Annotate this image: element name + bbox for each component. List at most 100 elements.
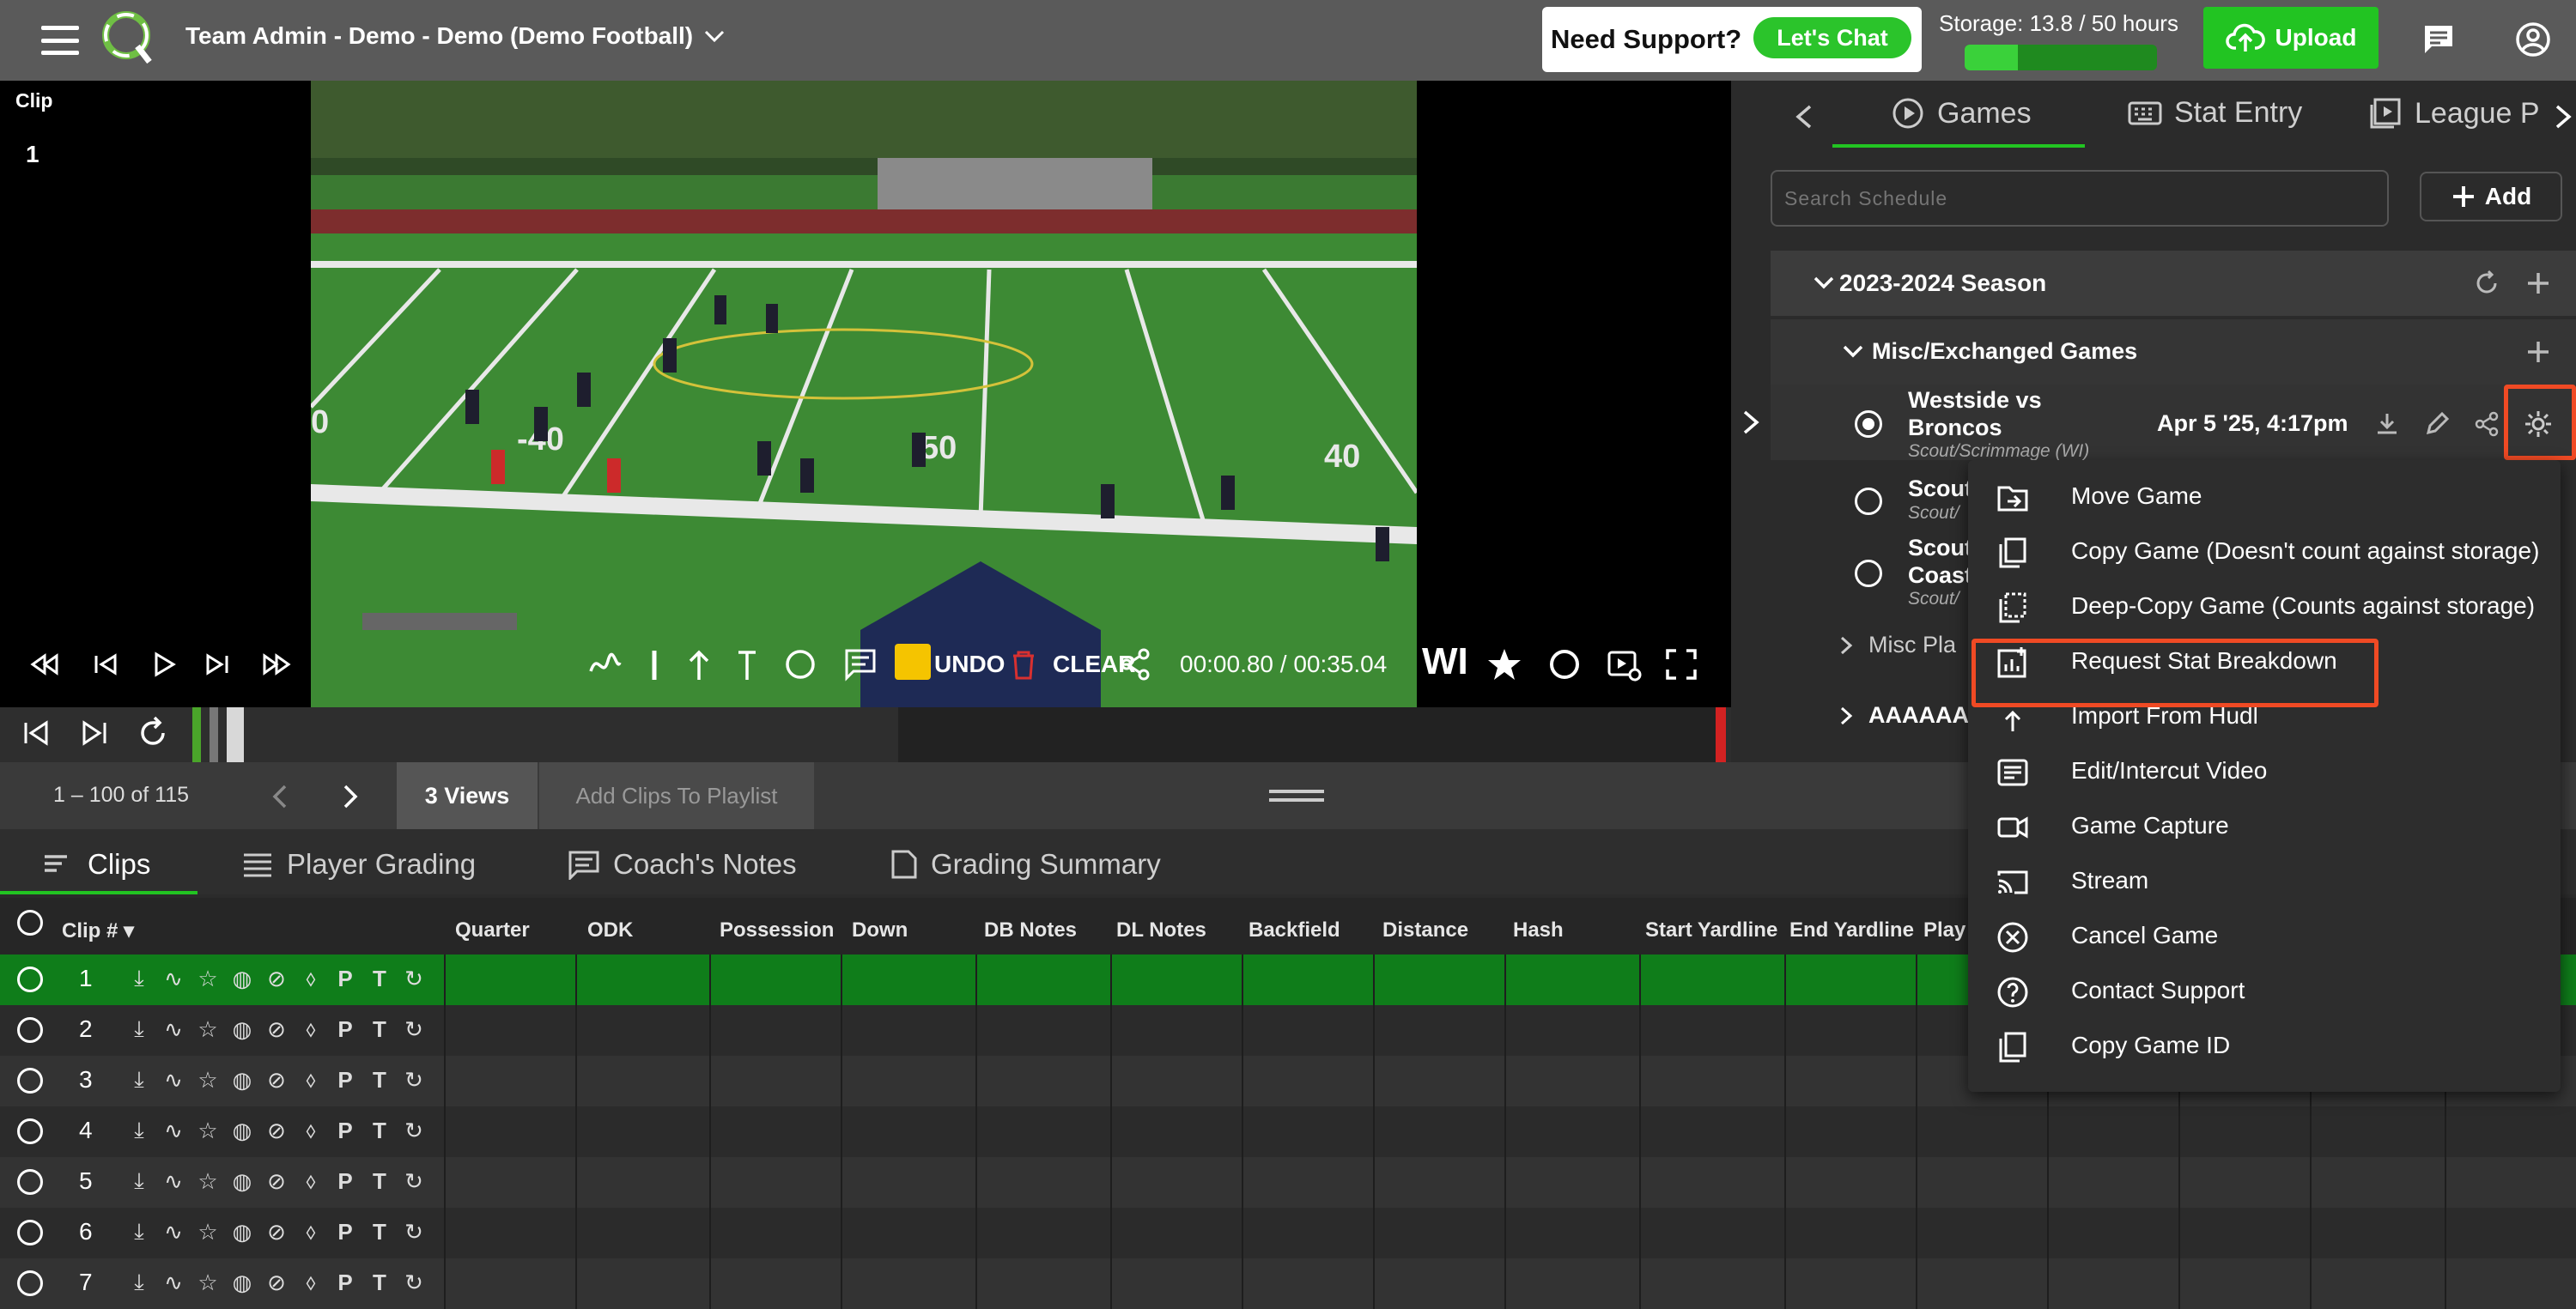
menu-item-cast[interactable]: Stream [1968,853,2561,908]
flame-icon[interactable]: ◍ [228,1118,256,1144]
tag-icon[interactable]: ⬨ [297,965,325,992]
chat-button[interactable]: Let's Chat [1753,17,1911,58]
search-schedule-input[interactable] [1771,170,2389,227]
video-settings-icon[interactable] [1606,645,1643,683]
step-back-icon[interactable] [86,645,124,683]
hide-icon[interactable]: ⊘ [263,1270,290,1296]
step-forward-icon[interactable] [199,645,237,683]
download-icon[interactable]: ⤓ [125,1218,153,1245]
add-button[interactable]: Add [2420,172,2562,221]
refresh-icon[interactable] [2473,270,2500,297]
share-icon[interactable] [2473,410,2500,438]
row-radio[interactable] [17,1220,43,1245]
select-all-radio[interactable] [17,910,43,936]
menu-item-cancel[interactable]: Cancel Game [1968,908,2561,963]
plus-icon[interactable] [2524,338,2552,366]
refresh-icon[interactable]: ↻ [400,1270,428,1296]
table-row[interactable]: 7 ⤓ ∿ ☆ ◍ ⊘ ⬨ P T ↻ [0,1258,2576,1309]
column-header[interactable]: Down [852,918,908,942]
p-label[interactable]: P [331,1168,359,1195]
download-icon[interactable]: ⤓ [125,1167,153,1195]
aaa-row[interactable]: AAAAAA [1838,702,1969,729]
draw-icon[interactable]: ∿ [160,1118,187,1144]
table-row[interactable]: 5 ⤓ ∿ ☆ ◍ ⊘ ⬨ P T ↻ [0,1157,2576,1208]
circle-tool-icon[interactable] [781,645,819,683]
column-header[interactable]: Possession [720,918,834,942]
team-selector[interactable]: Team Admin - Demo - Demo (Demo Football) [185,22,726,50]
chevron-right-icon[interactable] [2550,101,2576,132]
refresh-icon[interactable]: ↻ [400,1219,428,1245]
timeline-playhead[interactable] [227,707,244,762]
flame-icon[interactable]: ◍ [228,1270,256,1296]
refresh-icon[interactable]: ↻ [400,1016,428,1043]
column-header[interactable]: DB Notes [984,918,1077,942]
t-label[interactable]: T [366,1270,393,1296]
season-row[interactable]: 2023-2024 Season [1771,251,2576,316]
p-label[interactable]: P [331,1067,359,1094]
menu-item-camera[interactable]: Game Capture [1968,798,2561,853]
plus-icon[interactable] [2524,270,2552,297]
hide-icon[interactable]: ⊘ [263,1168,290,1195]
refresh-icon[interactable]: ↻ [400,1118,428,1144]
star-icon[interactable]: ☆ [194,1118,222,1144]
menu-item-copy[interactable]: Copy Game (Doesn't count against storage… [1968,524,2561,579]
p-label[interactable]: P [331,1118,359,1144]
tag-icon[interactable]: ⬨ [297,1167,325,1195]
star-icon[interactable]: ☆ [194,1219,222,1245]
download-icon[interactable]: ⤓ [125,965,153,992]
tab-grading-summary[interactable]: Grading Summary [890,848,1161,881]
hide-icon[interactable]: ⊘ [263,1219,290,1245]
t-label[interactable]: T [366,1168,393,1195]
chevron-left-icon[interactable] [268,781,294,812]
download-icon[interactable]: ⤓ [125,1066,153,1094]
draw-icon[interactable]: ∿ [160,1016,187,1043]
chevron-right-icon[interactable] [337,781,362,812]
menu-icon[interactable] [41,26,79,55]
flame-icon[interactable]: ◍ [228,1067,256,1094]
refresh-icon[interactable]: ↻ [400,1168,428,1195]
refresh-icon[interactable]: ↻ [400,966,428,992]
misc-play-row[interactable]: Misc Pla [1838,632,1956,658]
t-label[interactable]: T [366,1016,393,1043]
chevron-right-icon[interactable] [1738,407,1764,438]
tag-icon[interactable]: ⬨ [297,1218,325,1245]
skip-start-icon[interactable] [19,716,53,750]
draw-icon[interactable]: ∿ [160,1067,187,1094]
chat-icon[interactable] [2420,21,2458,58]
p-label[interactable]: P [331,966,359,992]
star-icon[interactable]: ☆ [194,1067,222,1094]
chevron-left-icon[interactable] [1791,101,1817,132]
download-icon[interactable] [2373,410,2401,438]
t-label[interactable]: T [366,1067,393,1094]
resize-handle[interactable] [1269,790,1324,802]
row-radio[interactable] [17,1118,43,1144]
upload-button[interactable]: Upload [2203,7,2379,69]
star-icon[interactable]: ☆ [194,1270,222,1296]
column-header[interactable]: Hash [1513,918,1564,942]
refresh-icon[interactable]: ↻ [400,1067,428,1094]
fast-forward-icon[interactable] [258,645,295,683]
column-header[interactable]: Play [1923,918,1965,942]
arrow-tool-icon[interactable] [680,645,718,683]
hide-icon[interactable]: ⊘ [263,1016,290,1043]
menu-item-move[interactable]: Move Game [1968,469,2561,524]
download-icon[interactable]: ⤓ [125,1269,153,1296]
tab-league[interactable]: League P [2368,96,2540,130]
group-row[interactable]: Misc/Exchanged Games [1771,319,2576,385]
record-circle-icon[interactable] [1546,645,1583,683]
tag-icon[interactable]: ⬨ [297,1015,325,1043]
draw-icon[interactable]: ∿ [160,1270,187,1296]
t-label[interactable]: T [366,966,393,992]
line-tool-icon[interactable] [635,645,673,683]
draw-icon[interactable]: ∿ [160,1168,187,1195]
menu-item-help[interactable]: Contact Support [1968,963,2561,1018]
column-header[interactable]: ODK [587,918,633,942]
hide-icon[interactable]: ⊘ [263,966,290,992]
column-header[interactable]: Clip # ▾ [62,918,134,943]
add-clips-button[interactable]: Add Clips To Playlist [539,762,814,829]
menu-item-edit-video[interactable]: Edit/Intercut Video [1968,743,2561,798]
row-radio[interactable] [17,1017,43,1043]
freehand-draw-icon[interactable] [586,645,623,683]
star-icon[interactable] [1485,645,1523,683]
undo-button[interactable]: UNDO [934,651,1005,678]
